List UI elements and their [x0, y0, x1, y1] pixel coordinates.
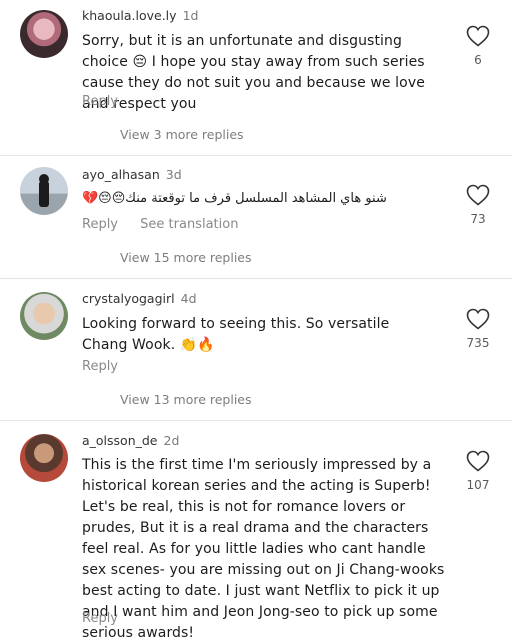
view-more-replies[interactable]: View 3 more replies — [120, 127, 244, 142]
heart-icon[interactable] — [466, 184, 490, 206]
avatar[interactable] — [20, 292, 68, 340]
comment-age: 1d — [182, 8, 199, 23]
comment-username[interactable]: crystalyogagirl 4d — [82, 291, 197, 306]
comment-age: 2d — [163, 433, 180, 448]
view-more-replies[interactable]: View 13 more replies — [120, 392, 252, 407]
heart-icon[interactable] — [466, 308, 490, 330]
reply-button[interactable]: Reply — [82, 359, 118, 374]
avatar[interactable] — [20, 10, 68, 58]
avatar[interactable] — [20, 167, 68, 215]
heart-icon[interactable] — [466, 450, 490, 472]
comment-age: 3d — [165, 167, 182, 182]
like-count: 73 — [470, 212, 486, 226]
heart-icon[interactable] — [466, 25, 490, 47]
like-count: 735 — [466, 336, 490, 350]
divider — [0, 420, 512, 421]
comment-age: 4d — [180, 291, 197, 306]
comment-actions: Reply — [82, 94, 136, 109]
like-count: 6 — [474, 53, 482, 67]
comment-text: This is the first time I'm seriously imp… — [82, 457, 445, 640]
comment-actions: Reply See translation — [82, 217, 256, 232]
reply-button[interactable]: Reply — [82, 217, 118, 232]
comment-text: Sorry, but it is an unfortunate and disg… — [82, 33, 425, 112]
avatar-figure-icon — [39, 174, 49, 207]
divider — [0, 278, 512, 279]
reply-button[interactable]: Reply — [82, 611, 118, 626]
comment-username[interactable]: ayo_alhasan 3d — [82, 167, 182, 182]
comment-actions: Reply — [82, 359, 136, 374]
reply-button[interactable]: Reply — [82, 94, 118, 109]
comment-text: Looking forward to seeing this. So versa… — [82, 316, 390, 353]
like-count: 107 — [466, 478, 490, 492]
divider — [0, 155, 512, 156]
view-more-replies[interactable]: View 15 more replies — [120, 250, 252, 265]
comment-text: شنو هاي المشاهد المسلسل قرف ما توقعتة من… — [82, 191, 387, 206]
comment-username[interactable]: a_olsson_de 2d — [82, 433, 179, 448]
avatar[interactable] — [20, 434, 68, 482]
comment-username[interactable]: khaoula.love.ly 1d — [82, 8, 198, 23]
see-translation-link[interactable]: See translation — [140, 217, 238, 232]
comment-actions: Reply — [82, 611, 136, 626]
